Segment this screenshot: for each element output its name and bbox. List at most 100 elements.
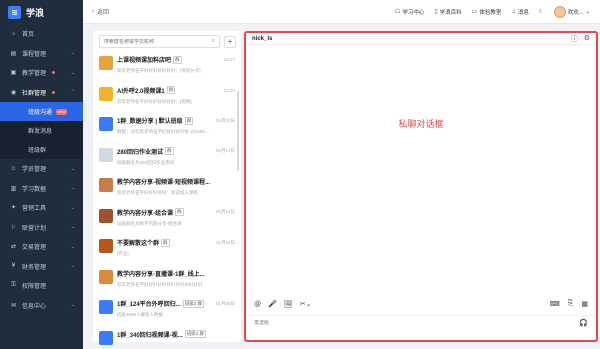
sidebar-subitem-label: 班级群 — [28, 148, 47, 154]
conversation-preview: 班级4589人群新人数据 — [117, 312, 164, 317]
chevron-icon: ⌄ — [70, 165, 75, 172]
sidebar-item-label: 财务管理 — [22, 264, 47, 271]
chevron-icon: ⌄ — [70, 224, 75, 231]
microphone-icon[interactable]: 🎤 — [268, 300, 277, 308]
sidebar-item[interactable]: ▥ 学习数据 ⌄ — [0, 179, 83, 199]
sidebar-item[interactable]: ✉ 信息中心 ⌄ — [0, 296, 83, 316]
sidebar-subitem[interactable]: 班级沟通 new — [0, 102, 83, 121]
chat-panel: nick_ls ⓘ ⚙ 私聊对话框 @ 🎤 🖼 ✂⌄ ⌨ ⎘ ▦ 🎧 — [244, 31, 598, 342]
sidebar-item[interactable]: ▣ 教学管理 ⌄ — [0, 63, 83, 83]
back-label: 返回 — [97, 10, 110, 16]
sidebar-item-label: 交易管理 — [22, 245, 47, 252]
back-button[interactable]: ‹ 返回 — [92, 7, 110, 17]
chevron-icon: ⌄ — [70, 302, 75, 309]
moon-icon[interactable]: ☾ — [539, 9, 544, 15]
menu-icon: ▣ — [10, 70, 17, 77]
scissors-icon[interactable]: ✂⌄ — [300, 300, 312, 308]
file-icon[interactable]: ⎘ — [568, 300, 574, 308]
sidebar-item[interactable]: ⚐ 联营计划 ⌄ — [0, 218, 83, 238]
app-name: 学浪 — [26, 7, 45, 18]
message-input[interactable] — [254, 320, 580, 326]
conversation-title: 1群_340回归视频课-视... — [117, 332, 183, 339]
menu-icon: ✉ — [10, 302, 17, 309]
sidebar-item[interactable]: ✦ 营销工具 ⌄ — [0, 198, 83, 218]
chevron-down-icon: ⌄ — [585, 8, 590, 15]
user-menu[interactable]: 欢欢... ⌄ — [553, 5, 590, 18]
sidebar-item[interactable]: ⚿ 权限管理 — [0, 276, 83, 296]
conversation-title: 教学内容分享-视频课-短视频课程... — [117, 180, 210, 186]
info-icon[interactable]: ⓘ — [571, 34, 578, 44]
conversation-item[interactable]: 教学内容分享-组合课群 01月16日 班级群名为教学内容分享-组合课 — [93, 205, 241, 236]
conversation-item[interactable]: 上课视频课加料店吧群 16:17 欢欢老师名字好好好好好好好：[体验分享] — [93, 52, 241, 83]
conversation-time: 01月17日 — [215, 148, 235, 153]
sidebar-item[interactable]: ⌂ 首页 — [0, 24, 83, 44]
headset-icon[interactable]: 🎧 — [579, 319, 588, 327]
chat-toolbar: @ 🎤 🖼 ✂⌄ ⌨ ⎘ ▦ — [254, 300, 588, 308]
sidebar-subitem[interactable]: 班级群 — [0, 140, 83, 159]
sidebar-item-label: 信息中心 — [22, 303, 47, 310]
group-tag: 群 — [166, 86, 176, 94]
sidebar-item-label: 学员管理 — [22, 167, 47, 174]
menu-icon: ¥ — [11, 263, 16, 270]
logo-icon: ≋ — [8, 5, 21, 19]
group-avatar — [99, 208, 113, 223]
study-center-icon: ☖ — [394, 9, 401, 15]
group-avatar — [99, 147, 113, 162]
conversation-title: AI外呼2.0视频课1 — [117, 88, 165, 95]
conversation-title: 280回归作业测试 — [117, 149, 164, 156]
conversation-preview: 欢欢老师名字好好好好好好好好好好好好好 — [117, 281, 203, 287]
trial-classroom-link[interactable]: ▭ 体验教室 — [472, 8, 502, 16]
search-box[interactable]: ⌕ — [99, 35, 220, 48]
menu-icon: ⚐ — [10, 224, 17, 231]
avatar — [553, 5, 566, 18]
template-icon[interactable]: ▦ — [581, 300, 588, 308]
conversation-title: 上课视频课加料店吧 — [117, 58, 172, 64]
conversation-preview: 班级群名为280回归作业测试 — [117, 159, 175, 165]
group-avatar — [99, 300, 113, 314]
sidebar-item-label: 权限管理 — [22, 284, 47, 291]
chevron-icon: ⌄ — [70, 50, 75, 57]
scrollbar[interactable] — [237, 91, 239, 171]
add-button[interactable]: + — [224, 35, 236, 48]
settings-icon[interactable]: ⚙ — [584, 34, 590, 44]
conversation-item[interactable]: 1群_数据分享 | 默认班级群 01月30日 群管：@欢欢老师名字好好好好好好 @4… — [93, 113, 241, 144]
conversation-list: 上课视频课加料店吧群 16:17 欢欢老师名字好好好好好好好：[体验分享] AI外呼2… — [93, 52, 241, 349]
sidebar-item[interactable]: ☺ 学员管理 ⌄ — [0, 159, 83, 179]
conversation-item[interactable]: 不要解散这个群群 01月10日 [作业] — [93, 235, 241, 266]
search-input[interactable] — [104, 38, 212, 45]
group-tag: 班级2 群 — [184, 330, 206, 338]
sidebar-subitem[interactable]: 群发消息 — [0, 121, 83, 140]
menu-icon: ⚿ — [11, 282, 16, 289]
conversation-item[interactable]: 教学内容分享-视频课-短视频课程... 欢欢老师名字好好好好好：欢迎加入课程 — [93, 174, 241, 205]
mention-icon[interactable]: @ — [254, 301, 261, 308]
study-center-link[interactable]: ☖ 学习中心 — [395, 8, 424, 16]
conversation-time: 01月16日 — [215, 209, 235, 214]
conversation-item[interactable]: 1群_124平台外呼回归... 班级2 群 01月09日 班级4589人群新人数据 — [93, 296, 241, 327]
group-avatar — [99, 56, 113, 70]
sidebar-item[interactable]: ▤ 课程管理 ⌄ — [0, 44, 83, 64]
menu-icon: ☺ — [10, 165, 17, 172]
messages-label: 消息 — [517, 9, 529, 16]
new-badge: new — [56, 108, 68, 115]
logo[interactable]: ≋ 学浪 — [0, 0, 83, 24]
conversation-list-panel: ⌕ + 上课视频课加料店吧群 16:17 欢欢老师名字好好好好好好好：[体验分享] A… — [93, 31, 241, 345]
wiki-link[interactable]: ▯ 学浪百科 — [434, 8, 461, 16]
conversation-item[interactable]: 教学内容分享-直播课-1群_线上... 欢欢老师名字好好好好好好好好好好好好好 — [93, 266, 241, 297]
messages-link[interactable]: ♫ 消息 — [511, 8, 529, 16]
sidebar-item-label: 教学管理 — [22, 71, 47, 78]
menu-icon: ✦ — [10, 205, 17, 212]
group-avatar — [99, 117, 113, 131]
sidebar-item[interactable]: ◉ 社群管理 ⌃ — [0, 83, 83, 103]
conversation-item[interactable]: AI外呼2.0视频课1 群 14:20 欢欢老师名字好好好好好好好：[视频] — [93, 83, 241, 114]
image-icon[interactable]: 🖼 — [284, 300, 293, 308]
sidebar-item[interactable]: ¥ 财务管理 ⌄ — [0, 257, 83, 277]
sidebar: ≋ 学浪 ⌂ 首页 ▤ 课程管理 ⌄ ▣ 教学管理 ⌄ ◉ 社群管理 ⌃ 班级沟通 new 群发消息班级… — [0, 0, 83, 349]
notification-dot — [52, 90, 56, 94]
conversation-item[interactable]: 280回归作业测试群 01月17日班级群名为280回归作业测试 — [93, 144, 241, 175]
top-header: ‹ 返回 ☖ 学习中心 ▯ 学浪百科 ▭ 体验教室 ♫ 消息 ☾ 欢欢... ⌄ — [83, 0, 600, 24]
menu-icon: ⇄ — [10, 244, 17, 251]
group-tag: 群 — [165, 147, 174, 155]
sidebar-item[interactable]: ⇄ 交易管理 ⌄ — [0, 237, 83, 257]
conversation-item[interactable]: 1群_340回归视频课-视... 班级2 群 — [93, 327, 241, 349]
quick-reply-icon[interactable]: ⌨ — [550, 300, 560, 308]
